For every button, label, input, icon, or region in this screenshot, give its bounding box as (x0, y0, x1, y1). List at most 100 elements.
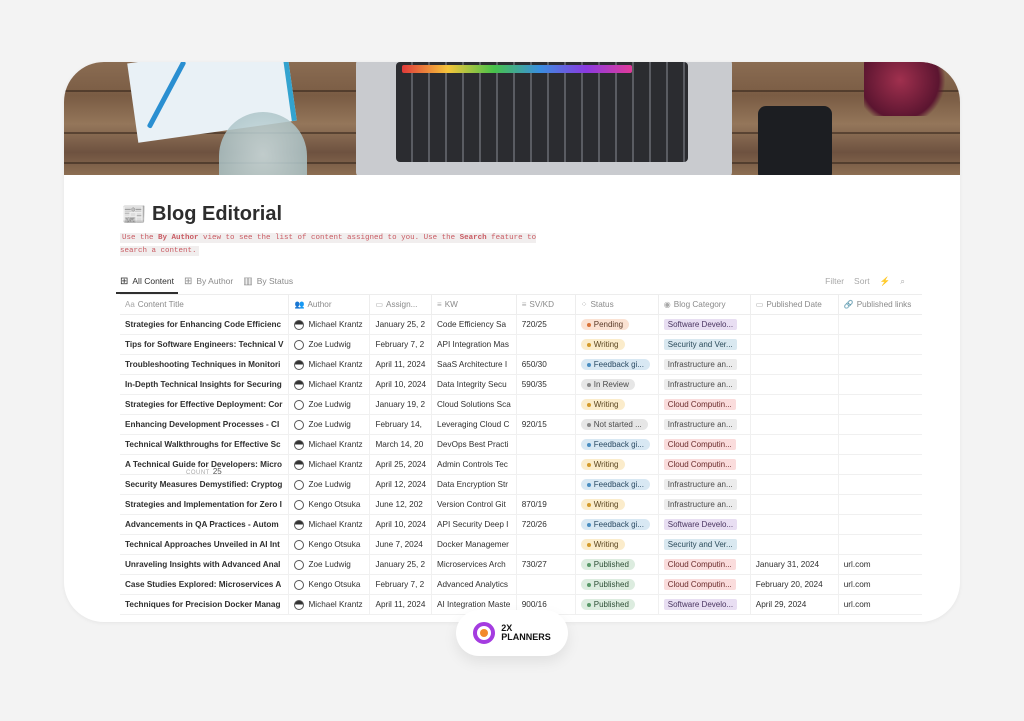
cell-title[interactable]: Techniques for Precision Docker Manag (120, 594, 290, 615)
cell-author[interactable]: Michael Krantz (288, 594, 371, 615)
cell-assigned[interactable]: April 10, 2024 (369, 374, 433, 395)
cell-assigned[interactable]: January 25, 2 (369, 554, 433, 575)
cell-published-date[interactable] (750, 354, 839, 375)
cell-title[interactable]: Technical Walkthroughs for Effective Sc (120, 434, 290, 455)
column-header-status[interactable]: ⁘ Status (575, 294, 659, 315)
cell-status[interactable]: Published (575, 554, 659, 575)
sort-button[interactable]: Sort (854, 276, 870, 286)
tab-by-status[interactable]: ▥ By Status (243, 271, 293, 291)
cell-svkd[interactable]: 920/15 (516, 414, 576, 435)
cell-category[interactable]: Infrastructure an... (658, 474, 751, 495)
table-row[interactable]: Technical Approaches Unveiled in AI Int K… (120, 534, 923, 555)
cell-title[interactable]: Troubleshooting Techniques in Monitori (120, 354, 290, 375)
cell-assigned[interactable]: February 7, 2 (369, 334, 433, 355)
cell-category[interactable]: Cloud Computin... (658, 434, 751, 455)
cell-published-link[interactable] (838, 314, 923, 335)
table-row[interactable]: Security Measures Demystified: Cryptog Zo… (120, 474, 923, 495)
cell-title[interactable]: Technical Approaches Unveiled in AI Int (120, 534, 290, 555)
table-row[interactable]: Strategies for Enhancing Code Efficienc M… (120, 314, 923, 335)
column-header-category[interactable]: ◉ Blog Category (658, 294, 751, 315)
cell-category[interactable]: Infrastructure an... (658, 494, 751, 515)
cell-category[interactable]: Cloud Computin... (658, 454, 751, 475)
search-icon[interactable]: ⌕ (900, 276, 905, 287)
cell-kw[interactable]: SaaS Architecture I (431, 354, 517, 375)
cell-author[interactable]: Kengo Otsuka (288, 534, 371, 555)
cell-svkd[interactable] (516, 474, 576, 495)
column-header-published-date[interactable]: ▭ Published Date (750, 294, 839, 315)
cell-status[interactable]: In Review (575, 374, 659, 395)
cell-status[interactable]: Pending (575, 314, 659, 335)
cell-published-link[interactable] (838, 514, 923, 535)
cell-published-date[interactable] (750, 534, 839, 555)
table-row[interactable]: Technical Walkthroughs for Effective Sc M… (120, 434, 923, 455)
filter-button[interactable]: Filter (825, 276, 844, 286)
cell-author[interactable]: Zoe Ludwig (288, 554, 371, 575)
column-header-svkd[interactable]: ≡ SV/KD (516, 294, 576, 315)
cell-published-date[interactable]: January 31, 2024 (750, 554, 839, 575)
cell-status[interactable]: Published (575, 574, 659, 595)
cell-published-date[interactable] (750, 434, 839, 455)
cell-status[interactable]: Writing (575, 454, 659, 475)
cell-kw[interactable]: Admin Controls Tec (431, 454, 517, 475)
cell-category[interactable]: Infrastructure an... (658, 374, 751, 395)
cell-published-link[interactable]: url.com (838, 574, 923, 595)
cell-author[interactable]: Kengo Otsuka (288, 574, 371, 595)
cell-kw[interactable]: Data Encryption Str (431, 474, 517, 495)
cell-published-date[interactable]: April 29, 2024 (750, 594, 839, 615)
cell-category[interactable]: Cloud Computin... (658, 574, 751, 595)
cell-title[interactable]: Advancements in QA Practices - Autom (120, 514, 290, 535)
column-header-author[interactable]: 👥 Author (288, 294, 371, 315)
column-header-kw[interactable]: ≡ KW (431, 294, 517, 315)
cell-author[interactable]: Michael Krantz (288, 514, 371, 535)
table-row[interactable]: Tips for Software Engineers: Technical V… (120, 334, 923, 355)
cell-published-date[interactable] (750, 394, 839, 415)
cell-published-date[interactable] (750, 314, 839, 335)
cell-svkd[interactable]: 870/19 (516, 494, 576, 515)
tab-all-content[interactable]: ⊞ All Content (116, 271, 178, 294)
table-row[interactable]: Advancements in QA Practices - Autom Mich… (120, 514, 923, 535)
cell-status[interactable]: Writing (575, 334, 659, 355)
table-row[interactable]: Troubleshooting Techniques in Monitori Mi… (120, 354, 923, 375)
cell-svkd[interactable] (516, 334, 576, 355)
cell-author[interactable]: Michael Krantz (288, 434, 371, 455)
cell-assigned[interactable]: April 12, 2024 (369, 474, 433, 495)
cell-assigned[interactable]: March 14, 20 (369, 434, 433, 455)
cell-category[interactable]: Infrastructure an... (658, 414, 751, 435)
cell-published-link[interactable]: url.com (838, 554, 923, 575)
cell-assigned[interactable]: June 12, 202 (369, 494, 433, 515)
cell-kw[interactable]: Code Efficiency Sa (431, 314, 517, 335)
table-row[interactable]: Strategies for Effective Deployment: Cor… (120, 394, 923, 415)
cell-category[interactable]: Software Develo... (658, 314, 751, 335)
cell-kw[interactable]: Data Integrity Secu (431, 374, 517, 395)
cell-published-date[interactable] (750, 494, 839, 515)
cell-status[interactable]: Writing (575, 494, 659, 515)
cell-published-link[interactable] (838, 334, 923, 355)
cell-title[interactable]: Unraveling Insights with Advanced Anal (120, 554, 290, 575)
cell-kw[interactable]: Docker Managemer (431, 534, 517, 555)
cell-status[interactable]: Not started ... (575, 414, 659, 435)
cell-kw[interactable]: Version Control Git (431, 494, 517, 515)
cell-published-date[interactable] (750, 514, 839, 535)
cell-svkd[interactable] (516, 454, 576, 475)
cell-published-date[interactable] (750, 334, 839, 355)
cell-published-link[interactable] (838, 354, 923, 375)
cell-svkd[interactable]: 730/27 (516, 554, 576, 575)
cell-category[interactable]: Cloud Computin... (658, 554, 751, 575)
lightning-icon[interactable]: ⚡ (880, 276, 891, 287)
cell-category[interactable]: Security and Ver... (658, 534, 751, 555)
tab-by-author[interactable]: ⊞ By Author (184, 271, 233, 291)
table-row[interactable]: Case Studies Explored: Microservices A Ke… (120, 574, 923, 595)
cell-kw[interactable]: Leveraging Cloud C (431, 414, 517, 435)
cell-kw[interactable]: DevOps Best Practi (431, 434, 517, 455)
column-header-assigned[interactable]: ▭ Assign... (369, 294, 433, 315)
cell-category[interactable]: Infrastructure an... (658, 354, 751, 375)
cell-author[interactable]: Michael Krantz (288, 314, 371, 335)
cell-author[interactable]: Zoe Ludwig (288, 474, 371, 495)
cell-title[interactable]: Strategies for Enhancing Code Efficienc (120, 314, 290, 335)
cell-assigned[interactable]: June 7, 2024 (369, 534, 433, 555)
cell-status[interactable]: Feedback gi... (575, 474, 659, 495)
cell-status[interactable]: Feedback gi... (575, 354, 659, 375)
cell-published-date[interactable] (750, 454, 839, 475)
cell-assigned[interactable]: April 10, 2024 (369, 514, 433, 535)
cell-published-date[interactable]: February 20, 2024 (750, 574, 839, 595)
